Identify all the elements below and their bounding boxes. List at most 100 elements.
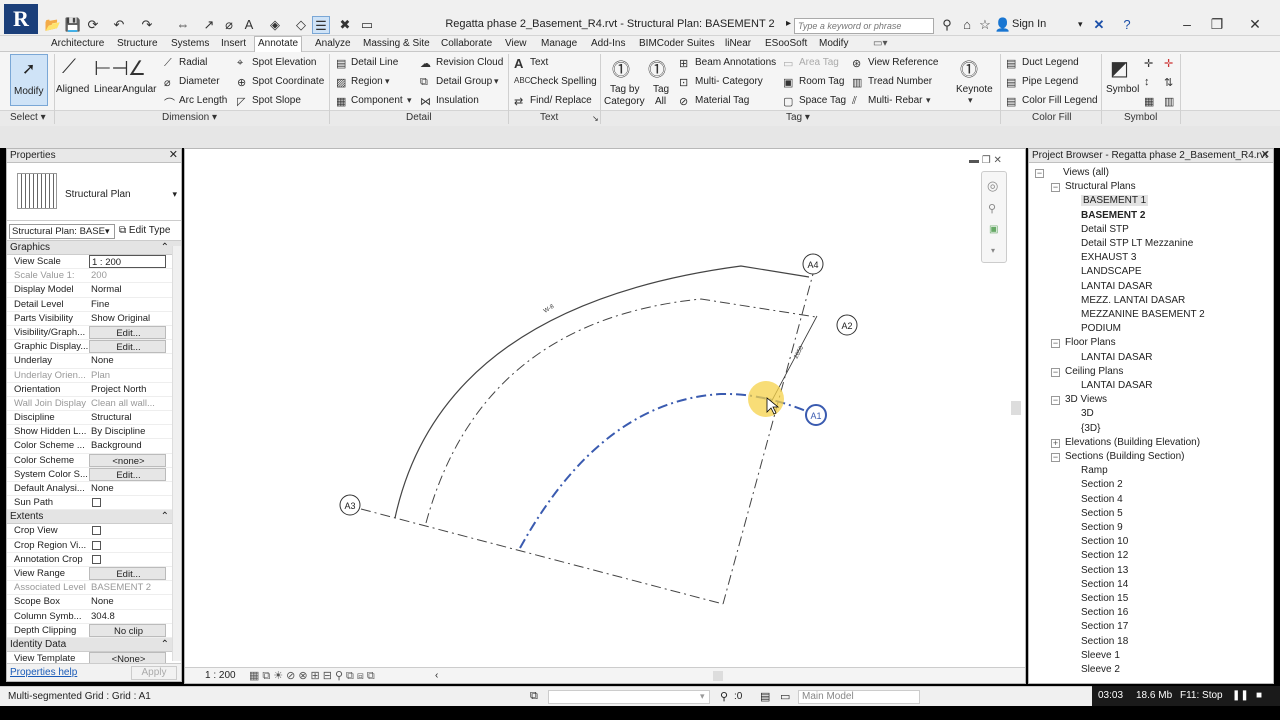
panel-detail[interactable]: Detail xyxy=(406,112,432,123)
tag-by-category-icon[interactable]: ⓵ xyxy=(612,56,630,82)
tag-all-label-1[interactable]: Tag xyxy=(653,84,669,95)
tab-systems[interactable]: Systems xyxy=(168,37,212,50)
panel-dimension[interactable]: Dimension ▾ xyxy=(162,112,217,123)
minimize-button[interactable]: – xyxy=(1172,16,1202,32)
dialog-launcher-icon[interactable]: ↘ xyxy=(592,114,599,123)
chevron-down-icon[interactable]: ▾ xyxy=(968,95,973,106)
symbol-button[interactable]: Symbol xyxy=(1106,84,1139,95)
redo-icon[interactable]: ↷ xyxy=(138,16,156,34)
exchange-apps-icon[interactable]: ✕ xyxy=(1090,16,1108,34)
browser-node-landscape[interactable]: LANDSCAPE xyxy=(1081,266,1142,277)
find-replace-button[interactable]: Find/ Replace xyxy=(530,95,592,106)
grid-bubble-a1[interactable]: A1 xyxy=(805,404,827,426)
panel-select[interactable]: Select ▾ xyxy=(10,112,46,123)
chevron-right-icon[interactable]: ▸ xyxy=(786,18,791,29)
browser-node-3d-views[interactable]: 3D Views xyxy=(1065,394,1107,405)
tag-by-category-label-1[interactable]: Tag by xyxy=(610,84,639,95)
application-menu-button[interactable]: R xyxy=(4,4,38,34)
ribbon-minimize-icon[interactable]: ▭▾ xyxy=(870,37,890,50)
material-tag-button[interactable]: Material Tag xyxy=(695,95,749,106)
subscription-icon[interactable]: ⌂ xyxy=(958,16,976,34)
tab-esoosoft[interactable]: ESooSoft xyxy=(762,37,810,50)
vertical-scroll-thumb[interactable] xyxy=(1011,401,1021,415)
zoom-region-icon[interactable]: ▣ xyxy=(989,224,998,235)
property-value[interactable]: Background xyxy=(89,439,166,452)
browser-node-section-16[interactable]: Section 16 xyxy=(1081,607,1128,618)
browser-node-section-10[interactable]: Section 10 xyxy=(1081,536,1128,547)
browser-node-section-15[interactable]: Section 15 xyxy=(1081,593,1128,604)
browser-node-detail-stp-lt-mezzanine[interactable]: Detail STP LT Mezzanine xyxy=(1081,238,1193,249)
modify-button[interactable]: ➚ Modify xyxy=(10,54,48,106)
collapse-icon[interactable]: − xyxy=(1051,396,1060,406)
chevron-down-icon[interactable]: ▾ xyxy=(172,189,177,200)
detail-line-button[interactable]: Detail Line xyxy=(351,57,398,68)
grid-a1-selected[interactable] xyxy=(519,392,807,549)
property-edit-button[interactable]: Edit... xyxy=(89,340,166,354)
browser-node-lantai-dasar[interactable]: LANTAI DASAR xyxy=(1081,380,1153,391)
browser-node-section-18[interactable]: Section 18 xyxy=(1081,636,1128,647)
component-button[interactable]: Component xyxy=(351,95,403,106)
sync-icon[interactable]: ⟳ xyxy=(84,16,102,34)
browser-node-views-all[interactable]: Views (all) xyxy=(1063,167,1109,178)
collapse-icon[interactable]: − xyxy=(1035,169,1044,178)
tab-architecture[interactable]: Architecture xyxy=(48,37,107,50)
radial-button[interactable]: Radial xyxy=(179,57,207,68)
insulation-button[interactable]: Insulation xyxy=(436,95,479,106)
browser-node-section-2[interactable]: Section 2 xyxy=(1081,479,1123,490)
panel-symbol[interactable]: Symbol xyxy=(1124,112,1157,123)
pipe-legend-button[interactable]: Pipe Legend xyxy=(1022,76,1078,87)
browser-node-3d[interactable]: {3D} xyxy=(1081,423,1100,434)
beam-symbol-icon[interactable]: ↕ xyxy=(1144,76,1150,88)
plan-view[interactable]: W-8 2650 A4 A2 A1 A3 xyxy=(185,149,1025,669)
tab-insert[interactable]: Insert xyxy=(218,37,249,50)
browser-node-mezz-lantai-dasar[interactable]: MEZZ. LANTAI DASAR xyxy=(1081,295,1185,306)
tab-massing-site[interactable]: Massing & Site xyxy=(360,37,433,50)
property-value[interactable]: By Discipline xyxy=(89,425,166,438)
workset-selector[interactable] xyxy=(548,690,710,704)
user-icon[interactable]: 👤 xyxy=(994,16,1012,34)
spot-coordinate-button[interactable]: Spot Coordinate xyxy=(252,76,324,87)
collapse-icon[interactable]: − xyxy=(1051,339,1060,349)
browser-node-section-4[interactable]: Section 4 xyxy=(1081,494,1123,505)
expand-icon[interactable]: + xyxy=(1051,438,1060,448)
chevron-down-icon[interactable]: ▾ xyxy=(991,246,995,255)
instance-selector[interactable]: Structural Plan: BASE xyxy=(9,224,115,239)
keynote-button[interactable]: Keynote xyxy=(956,84,993,95)
grid-bubble-a3[interactable]: A3 xyxy=(339,494,361,516)
grid-bubble-a4[interactable]: A4 xyxy=(802,253,824,275)
text-button[interactable]: Text xyxy=(530,57,548,68)
chevron-down-icon[interactable]: ▾ xyxy=(700,691,705,702)
property-edit-button[interactable]: <none> xyxy=(89,453,166,467)
browser-node-sleeve-2[interactable]: Sleeve 2 xyxy=(1081,664,1120,675)
room-tag-button[interactable]: Room Tag xyxy=(799,76,844,87)
collapse-icon[interactable]: ⌃ xyxy=(161,638,169,651)
browser-node-section-9[interactable]: Section 9 xyxy=(1081,522,1123,533)
close-hidden-windows-icon[interactable]: ✖ xyxy=(336,16,354,34)
beam-annotations-button[interactable]: Beam Annotations xyxy=(695,57,776,68)
steering-wheel-icon[interactable]: ◎ xyxy=(987,178,998,194)
tab-modify[interactable]: Modify xyxy=(816,37,851,50)
aligned-button[interactable]: Aligned xyxy=(56,84,89,95)
design-option-selector[interactable]: Main Model xyxy=(798,690,920,704)
worksets-icon[interactable]: ⧉ xyxy=(530,690,538,703)
chevron-down-icon[interactable]: ▾ xyxy=(926,95,931,106)
aligned-dimension-icon[interactable]: ↗ xyxy=(200,16,218,34)
view-control-icons[interactable]: ▦⧉☀⊘⊗⊞⊟⚲⧉⧈⧉ xyxy=(249,669,378,683)
property-value[interactable]: None xyxy=(89,482,166,495)
text-icon[interactable]: A xyxy=(240,16,258,34)
view-scale[interactable]: 1 : 200 xyxy=(205,670,236,681)
panel-tag[interactable]: Tag ▾ xyxy=(786,112,810,123)
angular-dimension-icon[interactable]: ∠ xyxy=(128,56,146,81)
outer-arc-grid[interactable] xyxy=(394,265,810,519)
property-edit-button[interactable]: No clip xyxy=(89,623,166,637)
linear-button[interactable]: Linear xyxy=(94,84,122,95)
checkbox[interactable] xyxy=(92,554,101,564)
properties-help-link[interactable]: Properties help xyxy=(10,667,77,678)
collapse-icon[interactable]: − xyxy=(1051,183,1060,193)
browser-node-ceiling-plans[interactable]: Ceiling Plans xyxy=(1065,366,1123,377)
property-edit-button[interactable]: Edit... xyxy=(89,325,166,339)
tab-add-ins[interactable]: Add-Ins xyxy=(588,37,628,50)
browser-node-section-13[interactable]: Section 13 xyxy=(1081,565,1128,576)
angular-button[interactable]: Angular xyxy=(122,84,156,95)
property-edit-button[interactable]: Edit... xyxy=(89,467,166,481)
